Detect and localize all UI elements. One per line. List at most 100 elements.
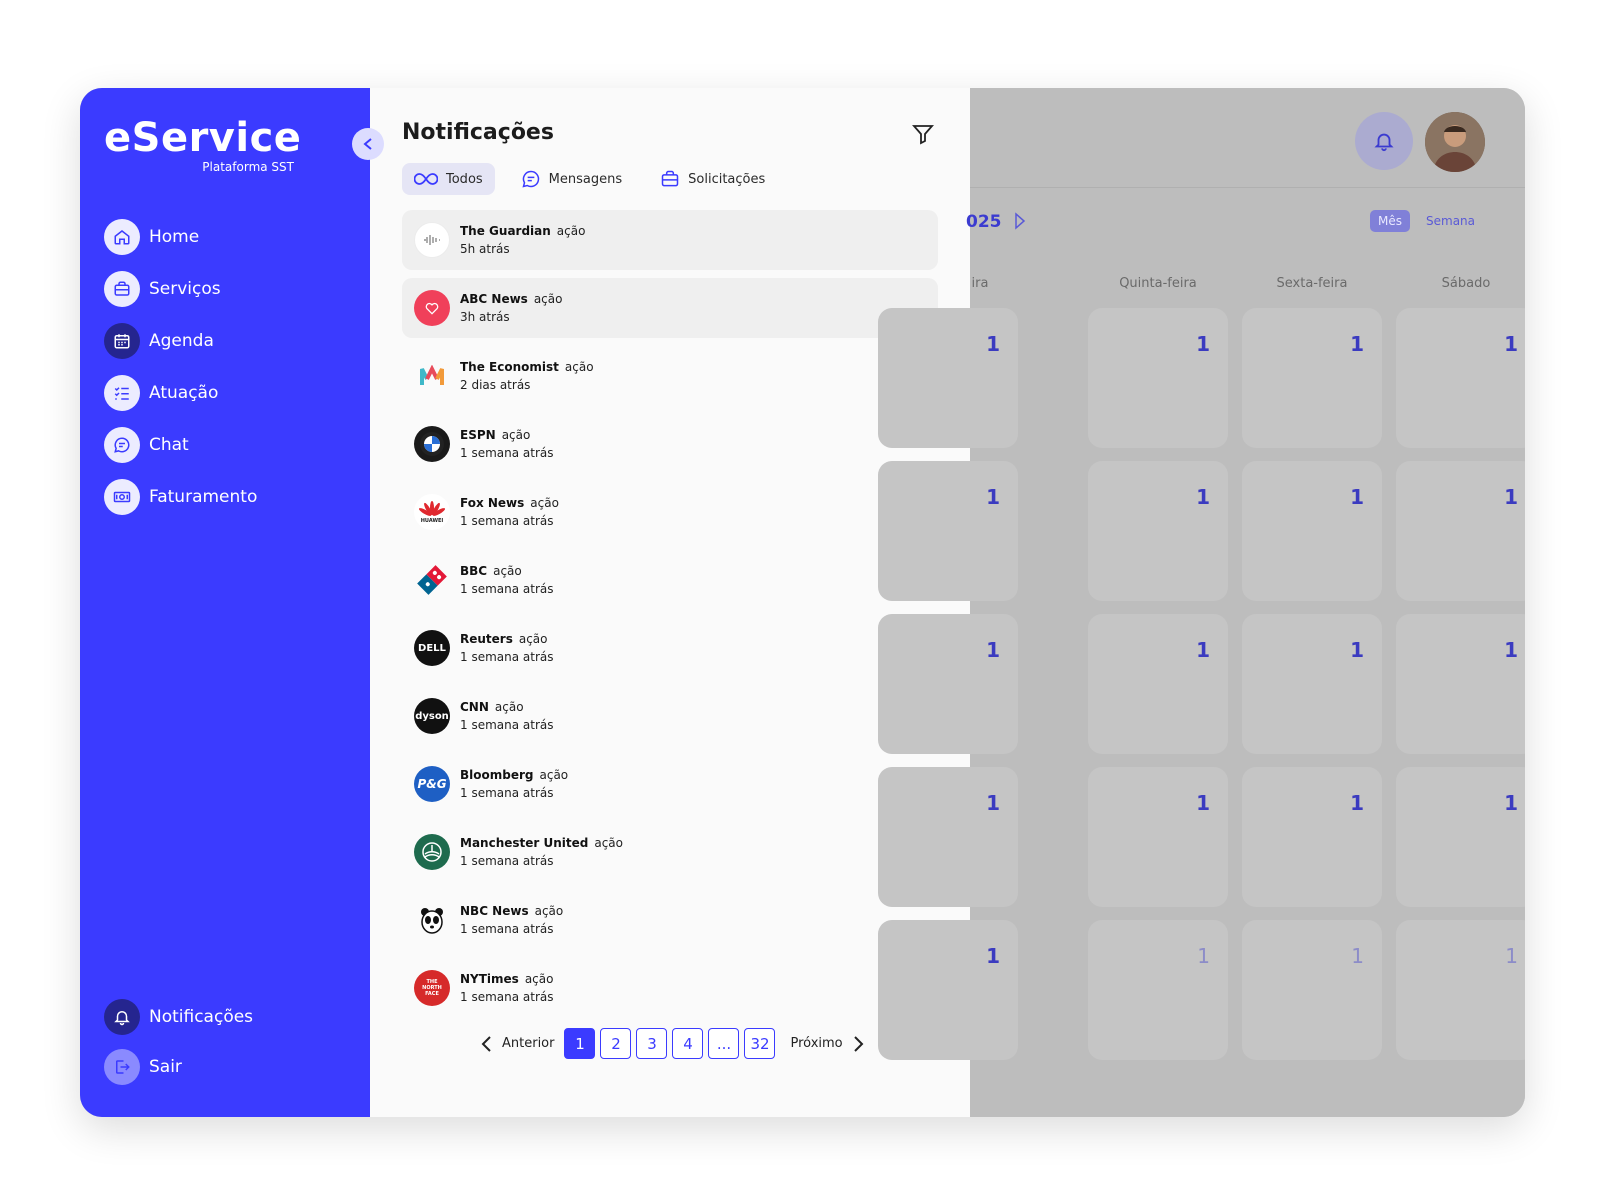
calendar-day-cell[interactable]: 1 bbox=[1242, 308, 1382, 448]
calendar-day-cell[interactable]: 1 bbox=[1396, 308, 1525, 448]
calendar-day-cell[interactable]: 1 bbox=[878, 767, 1018, 907]
calendar-day-number: 1 bbox=[1350, 638, 1364, 662]
calendar-day-number: 1 bbox=[986, 485, 1000, 509]
notification-item[interactable]: HUAWEI Fox News ação 1 semana atrás bbox=[402, 482, 938, 542]
calendar-day-cell[interactable]: 1 bbox=[1242, 461, 1382, 601]
calendar-day-cell[interactable]: 1 bbox=[1088, 920, 1228, 1060]
notification-action: ação bbox=[564, 360, 594, 374]
calendar-day-cell[interactable]: 1 bbox=[1396, 920, 1525, 1060]
notification-time: 3h atrás bbox=[460, 310, 510, 324]
view-week-button[interactable]: Semana bbox=[1418, 210, 1483, 232]
sidebar-item-notificacoes[interactable]: Notificações bbox=[104, 998, 253, 1036]
notification-action: ação bbox=[534, 904, 564, 918]
source-logo bbox=[414, 834, 450, 870]
calendar-day-cell[interactable]: 1 bbox=[1242, 767, 1382, 907]
sidebar-item-sair[interactable]: Sair bbox=[104, 1048, 253, 1086]
next-page-button[interactable]: Próximo bbox=[790, 1034, 864, 1054]
sidebar-item-label: Chat bbox=[149, 435, 189, 455]
source-logo: HUAWEI bbox=[414, 494, 450, 530]
notification-action: ação bbox=[493, 564, 522, 578]
calendar-day-cell[interactable]: 1 bbox=[1088, 614, 1228, 754]
sidebar-item-home[interactable]: Home bbox=[104, 218, 257, 256]
source-logo bbox=[414, 426, 450, 462]
notification-item[interactable]: The Guardian ação 5h atrás bbox=[402, 210, 938, 270]
sidebar-item-agenda[interactable]: Agenda bbox=[104, 322, 257, 360]
calendar-day-cell[interactable]: 1 bbox=[878, 308, 1018, 448]
sidebar-item-label: Agenda bbox=[149, 331, 214, 351]
user-photo-icon bbox=[1425, 112, 1485, 172]
notification-item[interactable]: DELL Reuters ação 1 semana atrás bbox=[402, 618, 938, 678]
notification-time: 1 semana atrás bbox=[460, 718, 554, 732]
sidebar-item-faturamento[interactable]: Faturamento bbox=[104, 478, 257, 516]
money-icon bbox=[104, 479, 140, 515]
pagination: Anterior 1 2 3 4 ... 32 Próximo bbox=[470, 1028, 875, 1059]
calendar-day-number: 1 bbox=[1350, 485, 1364, 509]
wave-logo-icon bbox=[424, 235, 440, 245]
calendar-day-cell[interactable]: 1 bbox=[1088, 461, 1228, 601]
collapse-sidebar-button[interactable] bbox=[352, 128, 384, 160]
notifications-button[interactable] bbox=[1355, 112, 1413, 170]
calendar-day-number: 1 bbox=[1504, 485, 1518, 509]
notification-item[interactable]: The Economist ação 2 dias atrás bbox=[402, 346, 938, 406]
notification-item[interactable]: ABC News ação 3h atrás bbox=[402, 278, 938, 338]
calendar-day-cell[interactable]: 1 bbox=[1088, 767, 1228, 907]
notification-source: Fox News bbox=[460, 496, 525, 510]
calendar-day-cell[interactable]: 1 bbox=[1396, 767, 1525, 907]
calendar-day-number: 1 bbox=[1504, 638, 1518, 662]
notification-item[interactable]: P&G Bloomberg ação 1 semana atrás bbox=[402, 754, 938, 814]
view-month-button[interactable]: Mês bbox=[1370, 210, 1410, 232]
calendar-day-cell[interactable]: 1 bbox=[1242, 614, 1382, 754]
source-logo: P&G bbox=[414, 766, 450, 802]
notification-time: 1 semana atrás bbox=[460, 446, 554, 460]
calendar-day-cell[interactable]: 1 bbox=[878, 920, 1018, 1060]
page-button[interactable]: 1 bbox=[564, 1028, 596, 1059]
weekday-header: Sábado bbox=[1441, 276, 1491, 291]
previous-page-button[interactable]: Anterior bbox=[480, 1034, 554, 1054]
petal-logo-icon bbox=[419, 501, 445, 516]
notification-source: Reuters bbox=[460, 632, 513, 646]
notification-list: The Guardian ação 5h atrás ABC News ação 3… bbox=[402, 210, 938, 1026]
calendar-day-cell[interactable]: 1 bbox=[878, 614, 1018, 754]
notification-action: ação bbox=[530, 496, 559, 510]
source-logo bbox=[414, 290, 450, 326]
calendar-day-number: 1 bbox=[1196, 332, 1210, 356]
calendar-day-number: 1 bbox=[1504, 332, 1518, 356]
calendar-day-cell[interactable]: 1 bbox=[1396, 461, 1525, 601]
user-avatar[interactable] bbox=[1425, 112, 1485, 172]
tab-todos[interactable]: Todos bbox=[402, 163, 495, 195]
sidebar-item-servicos[interactable]: Serviços bbox=[104, 270, 257, 308]
calendar-day-cell[interactable]: 1 bbox=[878, 461, 1018, 601]
tab-mensagens[interactable]: Mensagens bbox=[509, 163, 634, 195]
notification-source: Bloomberg bbox=[460, 768, 534, 782]
notification-item[interactable]: ESPN ação 1 semana atrás bbox=[402, 414, 938, 474]
filter-button[interactable] bbox=[910, 122, 936, 148]
tab-solicitacoes[interactable]: Solicitações bbox=[648, 163, 777, 195]
page-button[interactable]: 4 bbox=[672, 1028, 704, 1059]
sidebar-item-chat[interactable]: Chat bbox=[104, 426, 257, 464]
notification-source: BBC bbox=[460, 564, 488, 578]
infinity-icon bbox=[414, 173, 438, 185]
notification-item[interactable]: Manchester United ação 1 semana atrás bbox=[402, 822, 938, 882]
brand-name: eService bbox=[104, 115, 302, 161]
chevron-right-icon bbox=[1015, 212, 1026, 230]
notification-item[interactable]: BBC ação 1 semana atrás bbox=[402, 550, 938, 610]
calendar-day-cell[interactable]: 1 bbox=[1088, 308, 1228, 448]
page-ellipsis[interactable]: ... bbox=[708, 1028, 740, 1059]
calendar-day-cell[interactable]: 1 bbox=[1242, 920, 1382, 1060]
top-header bbox=[970, 88, 1525, 188]
sidebar-item-atuacao[interactable]: Atuação bbox=[104, 374, 257, 412]
bell-icon bbox=[104, 999, 140, 1035]
page-button[interactable]: 32 bbox=[744, 1028, 776, 1059]
page-button[interactable]: 2 bbox=[600, 1028, 632, 1059]
notification-item[interactable]: THE NORTH FACE NYTimes ação 1 semana atrá… bbox=[402, 958, 938, 1018]
page-button[interactable]: 3 bbox=[636, 1028, 668, 1059]
next-month-button[interactable] bbox=[1014, 212, 1026, 233]
notification-time: 2 dias atrás bbox=[460, 378, 531, 392]
brand-logo: eService Plataforma SST bbox=[104, 115, 302, 174]
calendar-day-cell[interactable]: 1 bbox=[1396, 614, 1525, 754]
notification-item[interactable]: dyson CNN ação 1 semana atrás bbox=[402, 686, 938, 746]
notification-source: The Economist bbox=[460, 360, 559, 374]
sidebar: eService Plataforma SST Home Serviços Ag… bbox=[80, 88, 370, 1117]
notification-item[interactable]: NBC News ação 1 semana atrás bbox=[402, 890, 938, 950]
message-icon bbox=[522, 170, 539, 188]
